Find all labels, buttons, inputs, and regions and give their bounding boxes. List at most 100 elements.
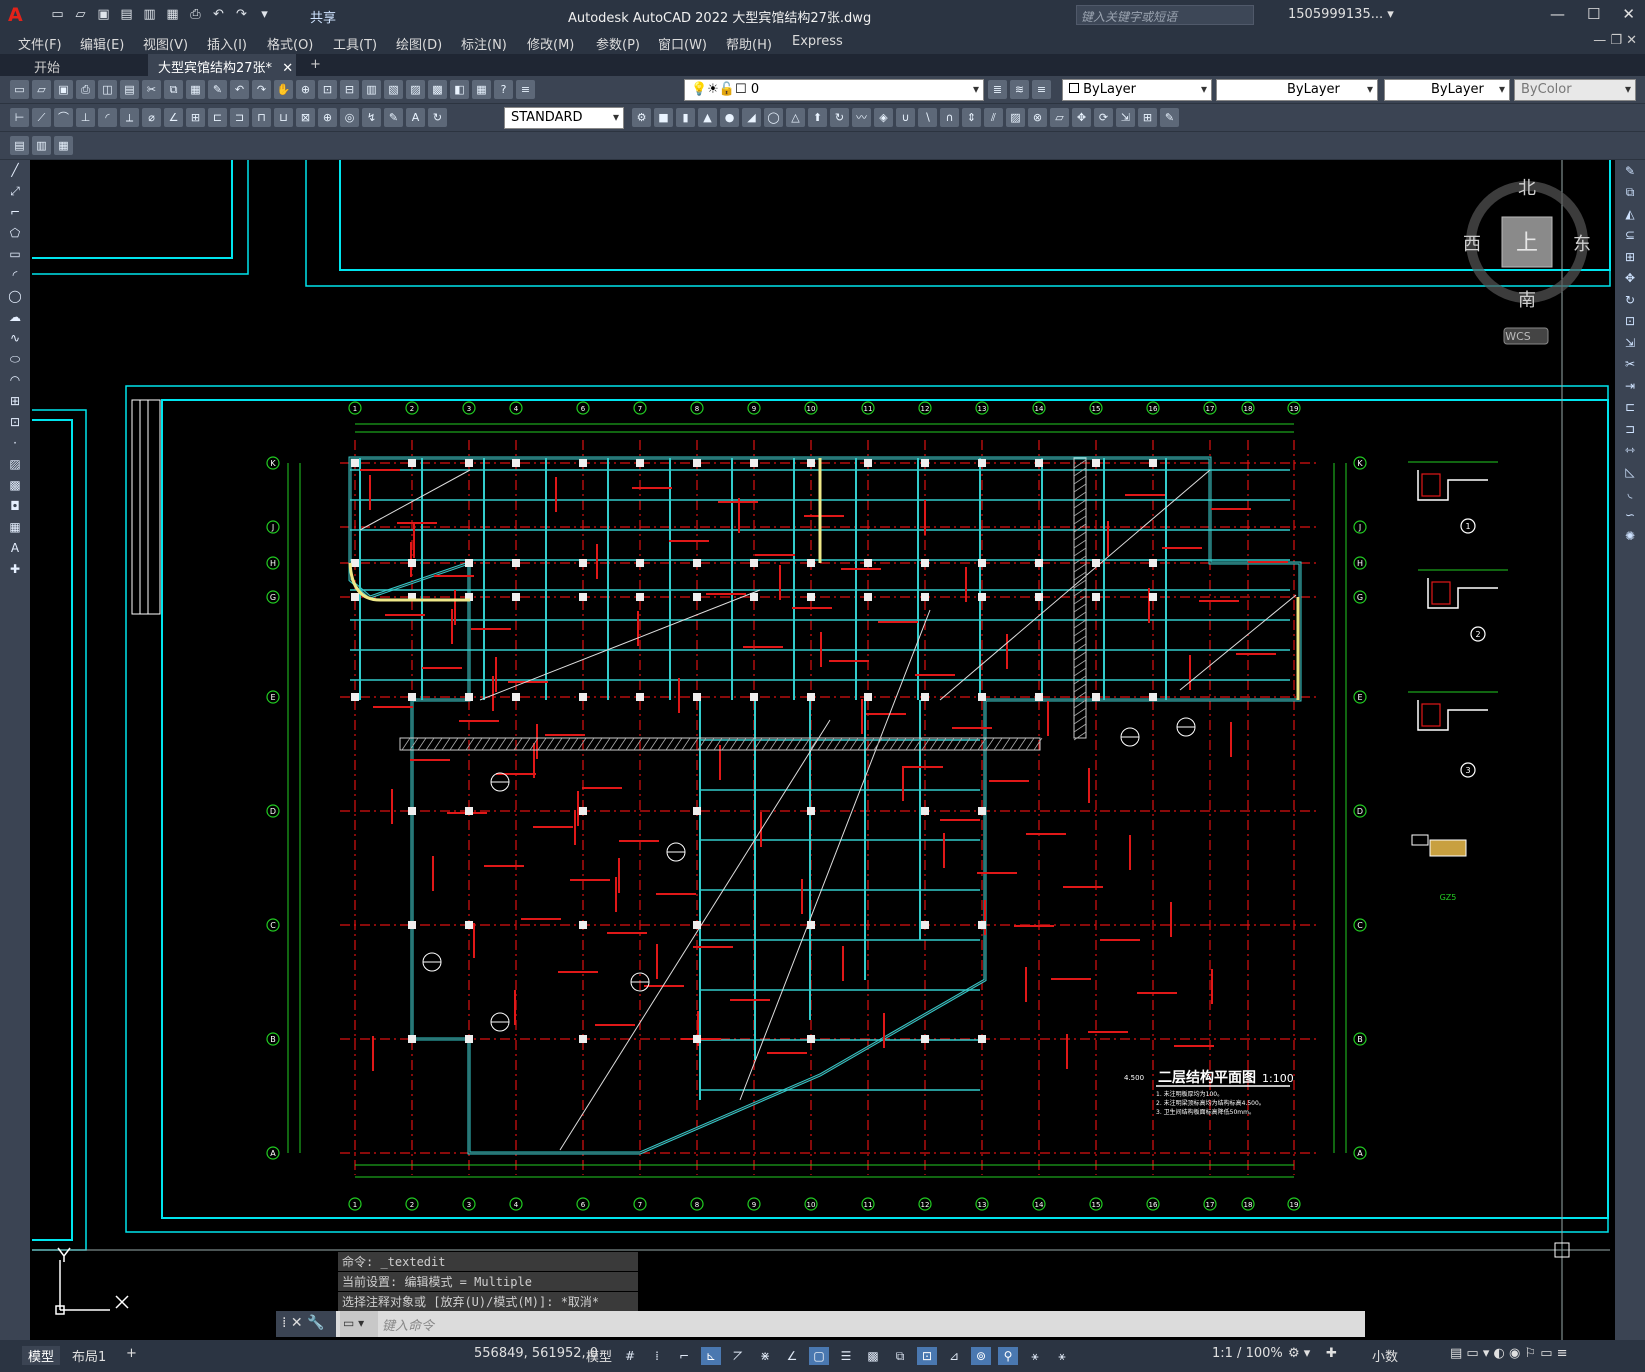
rectangle-icon[interactable]: ▭	[5, 247, 25, 265]
plot-icon[interactable]: ⎙	[76, 80, 95, 99]
grid-icon[interactable]: #	[620, 1347, 640, 1365]
polyline-icon[interactable]: ⌐	[5, 205, 25, 223]
plotstyle-dropdown[interactable]: ByColor	[1514, 79, 1636, 101]
ellipse-arc-icon[interactable]: ◠	[5, 373, 25, 391]
autocad-logo-icon[interactable]: A	[8, 4, 30, 26]
dim-update-icon[interactable]: ↻	[428, 108, 447, 127]
spline-icon[interactable]: ∿	[5, 331, 25, 349]
wedge-icon[interactable]: ◢	[742, 108, 761, 127]
markup-icon[interactable]: ◧	[450, 80, 469, 99]
offset-icon[interactable]: ⊆	[1620, 228, 1640, 246]
snap-icon[interactable]: ⁞	[647, 1347, 667, 1365]
revcloud-icon[interactable]: ☁	[5, 310, 25, 328]
coordinates-readout[interactable]: 556849, 561952, 0	[474, 1346, 598, 1361]
auto-scale-icon[interactable]: ⚹	[1052, 1347, 1072, 1365]
3dmove-icon[interactable]: ✥	[1072, 108, 1091, 127]
tolerance-icon[interactable]: ⊠	[296, 108, 315, 127]
box-icon[interactable]: ■	[654, 108, 673, 127]
dimstyle-dropdown[interactable]: STANDARD	[504, 107, 624, 129]
dim-break-icon[interactable]: ⊔	[274, 108, 293, 127]
calculator-icon[interactable]: ▦	[472, 80, 491, 99]
redo-icon[interactable]: ↷	[252, 80, 271, 99]
otrack-icon[interactable]: ∠	[782, 1347, 802, 1365]
center-mark-icon[interactable]: ⊕	[318, 108, 337, 127]
tab-start[interactable]: 开始	[24, 54, 70, 76]
qdim-icon[interactable]: ⊞	[186, 108, 205, 127]
make-current-layer-icon[interactable]: ≣	[988, 80, 1007, 99]
mirror-icon[interactable]: ◭	[1620, 207, 1640, 225]
3dalign-icon[interactable]: ⇲	[1116, 108, 1135, 127]
stretch-icon[interactable]: ⇲	[1620, 336, 1640, 354]
trim-icon[interactable]: ✂	[1620, 357, 1640, 375]
open-icon[interactable]: ▱	[71, 5, 90, 24]
quick-properties-icon[interactable]: ▤ ▭ ▾ ◐ ◉ ⚐ ▭ ≡	[1450, 1346, 1568, 1361]
drawing-canvas[interactable]: 1 1 2 2 3 3 4 4 6 6 7 7 8 8 9 9 10 10 11 11 12 12 13 13 14 14 15 15…	[32, 160, 1612, 1340]
copy-object-icon[interactable]: ⧉	[1620, 185, 1640, 203]
layer-state-icon[interactable]: ≡	[1032, 80, 1051, 99]
maximize-icon[interactable]: ☐	[1587, 5, 1600, 23]
command-input[interactable]: 键入命令	[382, 1315, 434, 1334]
zoom-window-icon[interactable]: ⊡	[318, 80, 337, 99]
minimize-icon[interactable]: —	[1550, 5, 1565, 23]
extrude-icon[interactable]: ⬆	[808, 108, 827, 127]
dim-diameter-icon[interactable]: ⌀	[142, 108, 161, 127]
section-icon[interactable]: ▨	[1006, 108, 1025, 127]
menu-modify[interactable]: 修改(M)	[527, 34, 574, 53]
menu-view[interactable]: 视图(V)	[143, 34, 188, 53]
menu-help[interactable]: 帮助(H)	[726, 34, 772, 53]
open-icon[interactable]: ▱	[32, 80, 51, 99]
units-dropdown[interactable]: 小数	[1372, 1346, 1398, 1365]
customize-icon[interactable]: ▾	[255, 5, 274, 24]
dim-radius-icon[interactable]: ◜	[98, 108, 117, 127]
cylinder-icon[interactable]: ▮	[676, 108, 695, 127]
command-line-controls[interactable]: ⁞ ✕ 🔧	[276, 1311, 336, 1337]
zoom-realtime-icon[interactable]: ⊕	[296, 80, 315, 99]
polygon-icon[interactable]: ⬠	[5, 226, 25, 244]
menu-express[interactable]: Express	[792, 34, 843, 49]
selection-cycling-icon[interactable]: ⧉	[890, 1347, 910, 1365]
dim-edit-icon[interactable]: ✎	[384, 108, 403, 127]
layer-previous-icon[interactable]: ≋	[1010, 80, 1029, 99]
close-icon[interactable]: ✕	[1622, 5, 1635, 23]
dim-ordinate-icon[interactable]: ⊥	[76, 108, 95, 127]
add-selected-icon[interactable]: ✚	[5, 562, 25, 580]
model-tab[interactable]: 模型	[22, 1346, 61, 1365]
redo-icon[interactable]: ↷	[232, 5, 251, 24]
explode-icon[interactable]: ✺	[1620, 529, 1640, 547]
layer-walk-icon[interactable]: ▦	[54, 136, 73, 155]
menu-tools[interactable]: 工具(T)	[333, 34, 377, 53]
polar-icon[interactable]: ⦢	[728, 1347, 748, 1365]
cone-icon[interactable]: ▲	[698, 108, 717, 127]
subtract-icon[interactable]: ∖	[918, 108, 937, 127]
save-icon[interactable]: ▣	[94, 5, 113, 24]
menu-draw[interactable]: 绘图(D)	[396, 34, 442, 53]
jogged-linear-icon[interactable]: ↯	[362, 108, 381, 127]
designcenter-icon[interactable]: ▧	[384, 80, 403, 99]
osnap-icon[interactable]: ▢	[809, 1347, 829, 1365]
workspace-icon[interactable]: ⚙ ▾	[1288, 1346, 1310, 1361]
move-icon[interactable]: ✥	[1620, 271, 1640, 289]
viewcube[interactable]: 上 北 南 西 东 WCS	[1463, 178, 1591, 345]
arc-icon[interactable]: ◜	[5, 268, 25, 286]
rotate-icon[interactable]: ↻	[1620, 293, 1640, 311]
hatch-icon[interactable]: ▨	[5, 457, 25, 475]
ellipse-icon[interactable]: ⬭	[5, 352, 25, 370]
properties-icon[interactable]: ▥	[362, 80, 381, 99]
document-window-controls[interactable]: — ❐ ✕	[1593, 33, 1637, 48]
point-icon[interactable]: ·	[5, 436, 25, 454]
chamfer-icon[interactable]: ◺	[1620, 465, 1640, 483]
lineweight-dropdown[interactable]: ByLayer	[1384, 79, 1510, 101]
circle-icon[interactable]: ◯	[5, 289, 25, 307]
menu-parametric[interactable]: 参数(P)	[596, 34, 640, 53]
toolpalettes-icon[interactable]: ▨	[406, 80, 425, 99]
blend-icon[interactable]: ∽	[1620, 508, 1640, 526]
3darray-icon[interactable]: ⊞	[1138, 108, 1157, 127]
array-icon[interactable]: ⊞	[1620, 250, 1640, 268]
ortho-icon[interactable]: ⊾	[701, 1347, 721, 1365]
help-icon[interactable]: ?	[494, 80, 513, 99]
slice-icon[interactable]: ⫽	[984, 108, 1003, 127]
preview-icon[interactable]: ◫	[98, 80, 117, 99]
menu-window[interactable]: 窗口(W)	[658, 34, 707, 53]
undo-icon[interactable]: ↶	[230, 80, 249, 99]
lineweight-icon[interactable]: ☰	[836, 1347, 856, 1365]
